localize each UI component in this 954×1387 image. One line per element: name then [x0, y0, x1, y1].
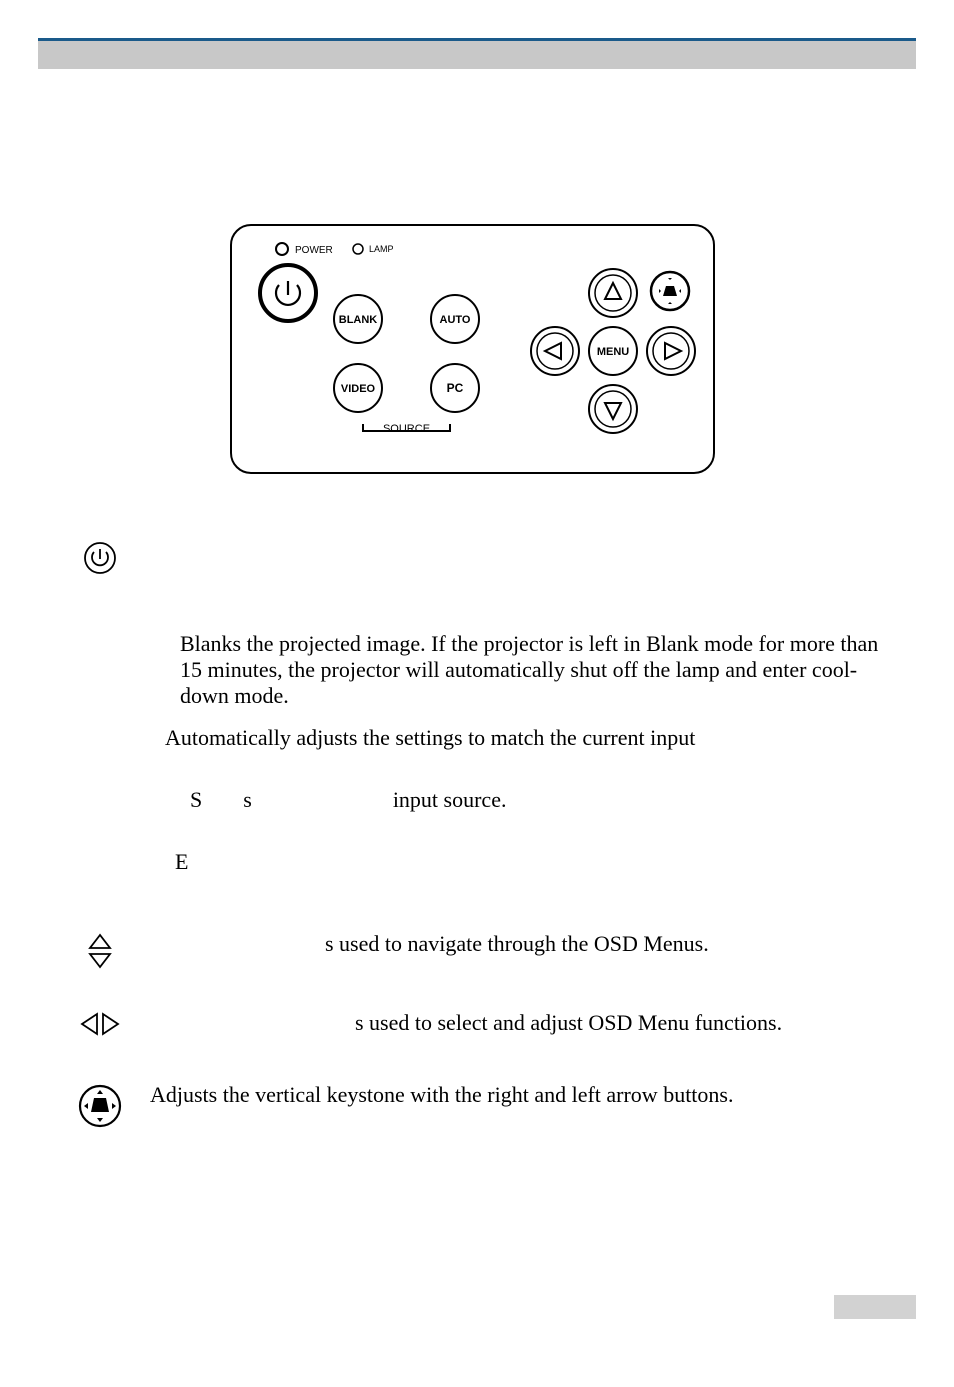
source-rest: input source. [393, 787, 507, 812]
source-label: SOURCE [383, 423, 430, 435]
blank-row: Blanks the projected image. If the proje… [55, 631, 899, 709]
diagram-svg: POWER LAMP BLANK AUTO VIDEO PC SOURCE [225, 219, 720, 479]
up-down-arrows-icon [86, 933, 114, 969]
source-s: s [243, 787, 252, 813]
footer-box [834, 1295, 916, 1319]
auto-description: Automatically adjusts the settings to ma… [165, 725, 695, 750]
leftright-row: s used to select and adjust OSD Menu fun… [55, 1010, 899, 1036]
keystone-description: Adjusts the vertical keystone with the r… [150, 1082, 733, 1107]
keystone-icon [78, 1084, 122, 1128]
power-row [55, 539, 899, 575]
keystone-row: Adjusts the vertical keystone with the r… [55, 1082, 899, 1128]
control-panel-diagram: POWER LAMP BLANK AUTO VIDEO PC SOURCE [225, 219, 899, 479]
menu-row: E [55, 849, 899, 875]
power-led-label: POWER [295, 245, 333, 256]
menu-E: E [175, 849, 188, 874]
menu-btn-label: MENU [597, 346, 629, 358]
power-icon [83, 541, 117, 575]
left-right-arrows-icon [80, 1012, 120, 1036]
leftright-description: s used to select and adjust OSD Menu fun… [355, 1010, 782, 1035]
source-S: S [190, 787, 202, 813]
auto-row: Automatically adjusts the settings to ma… [55, 725, 899, 751]
source-row: S s input source. [55, 787, 899, 813]
pc-btn-label: PC [447, 381, 464, 395]
updown-row: s used to navigate through the OSD Menus… [55, 931, 899, 969]
video-btn-label: VIDEO [341, 383, 376, 395]
updown-description: s used to navigate through the OSD Menus… [325, 931, 709, 956]
blank-description: Blanks the projected image. If the proje… [180, 631, 878, 708]
blank-btn-label: BLANK [339, 314, 378, 326]
auto-btn-label: AUTO [440, 314, 471, 326]
lamp-led-label: LAMP [369, 244, 394, 254]
